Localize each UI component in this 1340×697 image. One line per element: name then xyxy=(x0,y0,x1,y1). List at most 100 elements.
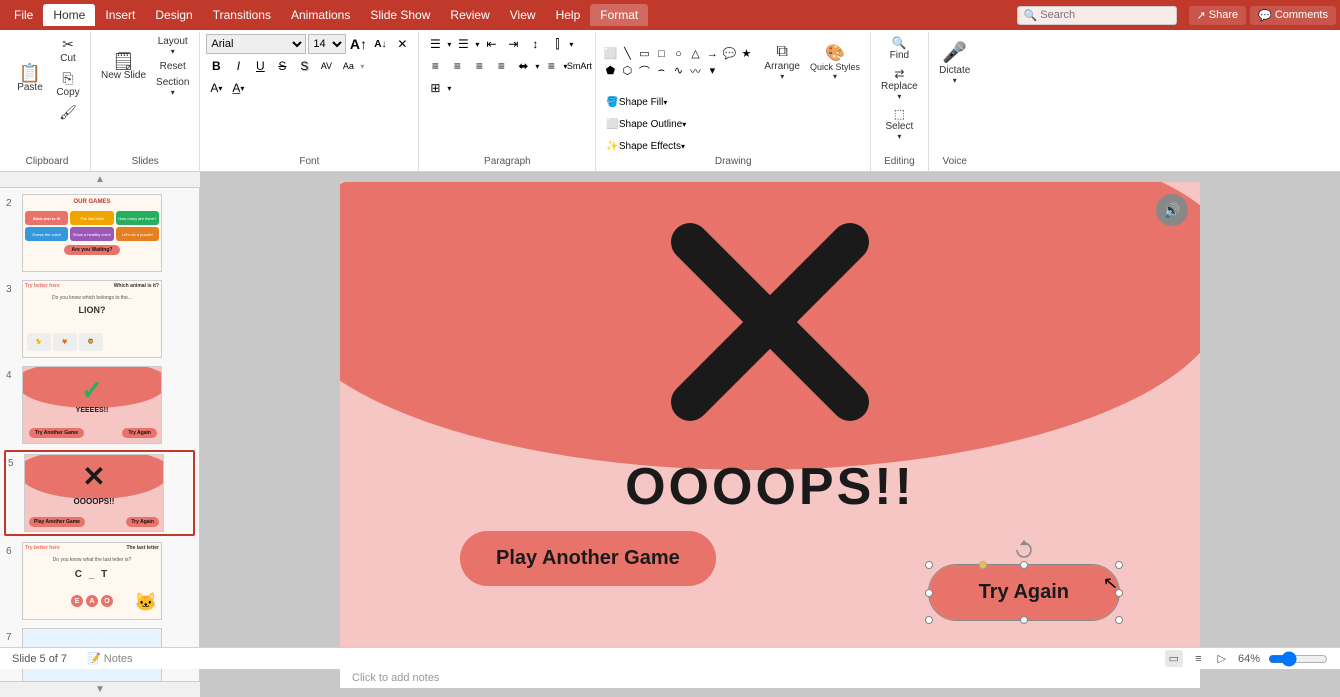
share-button[interactable]: ↗ Share xyxy=(1189,6,1247,25)
italic-button[interactable]: I xyxy=(228,56,248,76)
cut-button[interactable]: ✂ Cut xyxy=(52,34,84,66)
tab-home[interactable]: Home xyxy=(43,4,95,26)
tab-format[interactable]: Format xyxy=(590,4,648,26)
thumb-try-btn: Try Again xyxy=(126,517,159,527)
center-button[interactable]: ≡ xyxy=(447,56,467,76)
paste-button[interactable]: 📋 Paste xyxy=(10,51,50,107)
shape-outline-button[interactable]: ⬜ Shape Outline ▾ xyxy=(602,114,690,134)
tab-slideshow[interactable]: Slide Show xyxy=(360,4,440,26)
search-input[interactable] xyxy=(1040,9,1170,21)
shape-callout[interactable]: 💬 xyxy=(721,46,737,62)
sound-button[interactable]: 🔊 xyxy=(1156,194,1188,226)
slide-canvas[interactable]: OOOOPS!! Play Another Game Try Again xyxy=(340,182,1200,666)
copy-button[interactable]: ⎘ Copy xyxy=(52,68,84,100)
section-dropdown-icon: ▾ xyxy=(171,88,175,97)
underline-button[interactable]: U xyxy=(250,56,270,76)
shape-curved[interactable]: ⌒ xyxy=(636,63,652,79)
shape-effects-button[interactable]: ✨ Shape Effects ▾ xyxy=(602,136,689,156)
increase-indent-button[interactable]: ⇥ xyxy=(503,34,523,54)
numbering-button[interactable]: ☰ xyxy=(453,34,473,54)
view-outline[interactable]: ≡ xyxy=(1191,651,1205,667)
change-case-button[interactable]: Aa xyxy=(338,56,358,76)
line-spacing-button[interactable]: ↕ xyxy=(525,34,545,54)
tab-help[interactable]: Help xyxy=(546,4,591,26)
slide-thumb-3[interactable]: 3 Try better here Which animal is it? Do… xyxy=(4,278,195,360)
shape-line[interactable]: ⬜ xyxy=(602,46,618,62)
bullets-button[interactable]: ☰ xyxy=(425,34,445,54)
shape-triangle[interactable]: △ xyxy=(687,46,703,62)
replace-button[interactable]: ⇄ Replace ▾ xyxy=(877,65,922,103)
select-icon: ⬚ xyxy=(894,107,905,121)
slide-thumb-5[interactable]: 5 ✕ OOOOPS!! Play Another Game Try Again xyxy=(4,450,195,536)
arrange-button[interactable]: ⧉ Arrange ▾ xyxy=(760,41,804,83)
try-again-inner: Try Again xyxy=(928,564,1120,621)
font-family-select[interactable]: Arial xyxy=(206,34,306,54)
shape-freeform[interactable]: ∿ xyxy=(670,63,686,79)
shape-oval[interactable]: ○ xyxy=(670,46,686,62)
align-text-button[interactable]: ≡ xyxy=(541,56,561,76)
slide-thumb-6[interactable]: 6 Try better here The last letter Do you… xyxy=(4,540,195,622)
search-box[interactable]: 🔍 xyxy=(1017,6,1177,25)
text-dir-button[interactable]: ⬌ xyxy=(513,56,533,76)
scroll-down-arrow[interactable]: ▼ xyxy=(0,681,200,697)
new-slide-button[interactable]: 🗒 New Slide xyxy=(97,39,150,95)
slide-thumb-2[interactable]: 2 OUR GAMES Stick-iest to it! The last l… xyxy=(4,192,195,274)
shape-scribble[interactable]: 〰 xyxy=(687,63,703,79)
tab-animations[interactable]: Animations xyxy=(281,4,360,26)
bold-button[interactable]: B xyxy=(206,56,226,76)
strikethrough-button[interactable]: S xyxy=(272,56,292,76)
try-again-button[interactable]: Try Again xyxy=(929,565,1119,620)
format-painter-button[interactable]: 🖌 xyxy=(52,102,84,123)
shape-pentagon[interactable]: ⬟ xyxy=(602,63,618,79)
notes-bar[interactable]: Click to add notes xyxy=(340,666,1200,688)
tab-insert[interactable]: Insert xyxy=(95,4,145,26)
tab-transitions[interactable]: Transitions xyxy=(203,4,281,26)
quick-styles-button[interactable]: 🎨 Quick Styles ▾ xyxy=(806,34,864,90)
view-slideshow[interactable]: ▷ xyxy=(1214,650,1230,667)
shape-arrow[interactable]: ╲ xyxy=(619,46,635,62)
scroll-up-arrow[interactable]: ▲ xyxy=(0,172,200,188)
tab-file[interactable]: File xyxy=(4,4,43,26)
dictate-button[interactable]: 🎤 Dictate ▾ xyxy=(935,34,975,90)
zoom-slider[interactable] xyxy=(1268,651,1328,667)
section-button[interactable]: Section ▾ xyxy=(152,75,193,99)
table-btn[interactable]: ⊞ xyxy=(425,78,445,98)
align-left-button[interactable]: ≡ xyxy=(425,56,445,76)
shadow-button[interactable]: S xyxy=(294,56,314,76)
clear-format-button[interactable]: ✕ xyxy=(392,34,412,54)
columns-button[interactable]: ⫿ xyxy=(547,34,567,54)
shape-rect[interactable]: ▭ xyxy=(636,46,652,62)
reset-button[interactable]: Reset xyxy=(152,59,193,74)
comments-button[interactable]: 💬 Comments xyxy=(1250,6,1336,25)
tab-design[interactable]: Design xyxy=(145,4,202,26)
play-another-game-button[interactable]: Play Another Game xyxy=(460,531,716,586)
select-button[interactable]: ⬚ Select ▾ xyxy=(877,105,922,143)
layout-button[interactable]: Layout ▾ xyxy=(152,34,193,58)
shape-rect2[interactable]: □ xyxy=(653,46,669,62)
char-spacing-button[interactable]: AV xyxy=(316,56,336,76)
font-color-button[interactable]: A ▾ xyxy=(228,78,248,98)
smartart-button[interactable]: SmArt xyxy=(569,56,589,76)
shape-arc[interactable]: ⌢ xyxy=(653,63,669,79)
highlight-button[interactable]: A ▾ xyxy=(206,78,226,98)
decrease-indent-button[interactable]: ⇤ xyxy=(481,34,501,54)
clipboard-label: Clipboard xyxy=(26,156,69,169)
shape-fill-button[interactable]: 🪣 Shape Fill ▾ xyxy=(602,92,671,112)
shape-more[interactable]: ▾ xyxy=(704,63,720,79)
slides-secondary: Layout ▾ Reset Section ▾ xyxy=(152,34,193,99)
find-button[interactable]: 🔍 Find xyxy=(877,34,922,63)
shape-hexagon[interactable]: ⬡ xyxy=(619,63,635,79)
slide-num-2: 2 xyxy=(6,198,18,209)
align-right-button[interactable]: ≡ xyxy=(469,56,489,76)
justify-button[interactable]: ≡ xyxy=(491,56,511,76)
tab-view[interactable]: View xyxy=(500,4,546,26)
view-normal[interactable]: ▭ xyxy=(1165,650,1183,667)
handle-tl xyxy=(925,561,933,569)
font-shrink-button[interactable]: A↓ xyxy=(370,34,390,54)
font-size-select[interactable]: 14 xyxy=(308,34,346,54)
shape-star[interactable]: ★ xyxy=(738,46,754,62)
shape-rtarrow[interactable]: → xyxy=(704,46,720,62)
tab-review[interactable]: Review xyxy=(440,4,499,26)
slide-thumb-4[interactable]: 4 ✓ YEEEES!! Try Another Game Try Again xyxy=(4,364,195,446)
font-grow-button[interactable]: A↑ xyxy=(348,34,368,54)
